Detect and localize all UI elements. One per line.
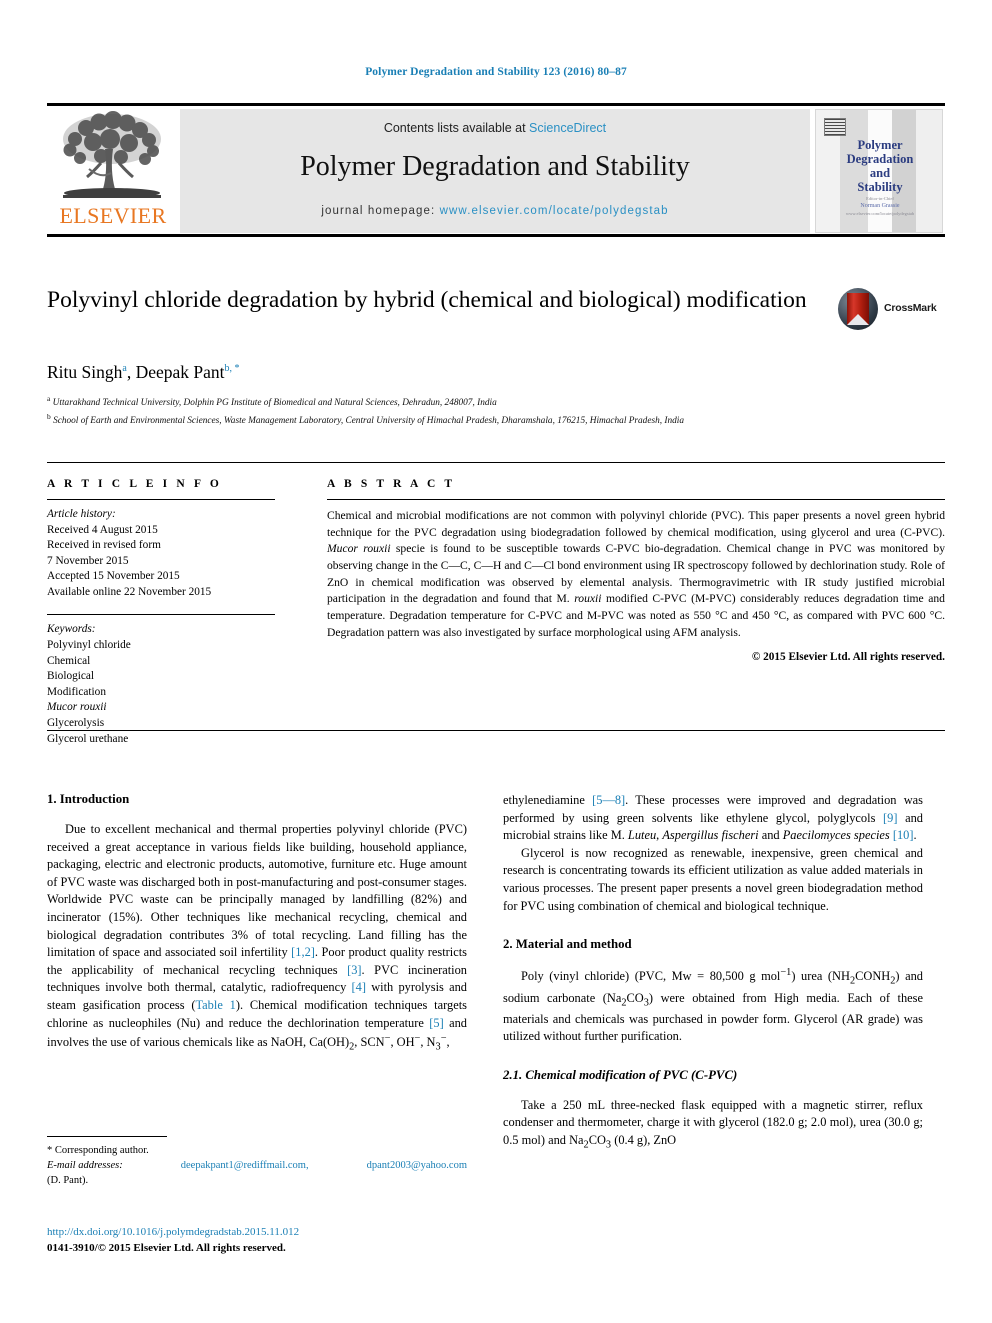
keywords-label: Keywords: xyxy=(47,623,96,636)
affiliation-1: b School of Earth and Environmental Scie… xyxy=(47,411,877,429)
journal-title: Polymer Degradation and Stability xyxy=(300,151,690,182)
article-history-item: 7 November 2015 xyxy=(47,554,129,567)
body-paragraph: Poly (vinyl chloride) (PVC, Mw = 80,500 … xyxy=(503,967,923,1044)
corresponding-author-footnote: * Corresponding author. E-mail addresses… xyxy=(47,1136,467,1189)
article-info-divider xyxy=(47,499,275,500)
contents-prefix: Contents lists available at xyxy=(383,121,530,135)
keywords-block: Keywords: Polyvinyl chloride Chemical Bi… xyxy=(47,622,299,747)
body-paragraph: Glycerol is now recognized as renewable,… xyxy=(503,845,923,913)
paper-title: Polyvinyl chloride degradation by hybrid… xyxy=(47,287,807,313)
footer-doi-block: http://dx.doi.org/10.1016/j.polymdegrads… xyxy=(47,1225,547,1257)
crossmark-logo-icon xyxy=(838,288,878,330)
homepage-url-link[interactable]: www.elsevier.com/locate/polydegstab xyxy=(440,205,669,217)
email-addresses-line: E-mail addresses: deepakpant1@rediffmail… xyxy=(47,1158,467,1173)
article-history-item: Available online 22 November 2015 xyxy=(47,585,212,598)
author-mark-0: a xyxy=(122,363,127,375)
author-mark-1: b, * xyxy=(224,363,240,375)
keyword-item: Glycerolysis xyxy=(47,716,105,729)
affiliation-list: a Uttarakhand Technical University, Dolp… xyxy=(47,393,877,429)
body-paragraph: ethylenediamine [5—8]. These processes w… xyxy=(503,793,923,843)
affiliation-mark-0: a xyxy=(47,394,51,403)
cover-footer-mid: Norman Grassie xyxy=(860,203,900,210)
journal-masthead: ELSEVIER Contents lists available at Sci… xyxy=(47,103,945,237)
contents-available-line: Contents lists available at ScienceDirec… xyxy=(180,121,810,135)
body-column-left: 1. Introduction Due to excellent mechani… xyxy=(47,792,467,1056)
author-list: Ritu Singha, Deepak Pantb, * xyxy=(47,362,240,382)
article-history-block: Article history: Received 4 August 2015 … xyxy=(47,507,299,600)
abstract-divider xyxy=(327,499,945,500)
crossmark-label: CrossMark xyxy=(884,302,937,314)
body-paragraph: Due to excellent mechanical and thermal … xyxy=(47,822,467,1053)
author-name-0[interactable]: Ritu Singh xyxy=(47,362,122,382)
body-paragraph: Take a 250 mL three-necked flask equippe… xyxy=(503,1097,923,1151)
corresponding-text: Corresponding author. xyxy=(54,1145,149,1156)
email-label: E-mail addresses: xyxy=(47,1160,123,1172)
running-head: Polymer Degradation and Stability 123 (2… xyxy=(365,66,627,78)
keyword-item: Polyvinyl chloride xyxy=(47,639,131,652)
elsevier-wordmark: ELSEVIER xyxy=(59,203,167,228)
paper-page: Polymer Degradation and Stability 123 (2… xyxy=(0,0,992,1323)
abstract-text: Chemical and microbial modifications are… xyxy=(327,509,945,639)
corresponding-marker: * xyxy=(47,1145,53,1156)
keyword-item: Chemical xyxy=(47,654,91,667)
keyword-item: Glycerol urethane xyxy=(47,732,129,745)
affiliation-text-1: School of Earth and Environmental Scienc… xyxy=(53,415,684,426)
panel-rule-top xyxy=(47,462,945,463)
sciencedirect-link[interactable]: ScienceDirect xyxy=(529,121,606,135)
cover-footer-top: Editor-in-Chief xyxy=(866,195,894,201)
keyword-item: Modification xyxy=(47,685,106,698)
cover-footer-bottom: www.elsevier.com/locate/polydegstab xyxy=(845,211,915,217)
affiliation-mark-1: b xyxy=(47,411,51,421)
article-history-item: Received in revised form xyxy=(47,539,161,552)
article-history-item: Received 4 August 2015 xyxy=(47,523,158,536)
keyword-item: Mucor rouxii xyxy=(47,701,107,714)
article-info-heading: A R T I C L E I N F O xyxy=(47,478,222,490)
article-history-item: Accepted 15 November 2015 xyxy=(47,570,180,583)
article-history-label: Article history: xyxy=(47,508,116,520)
keywords-divider xyxy=(47,614,275,616)
title-block: Polyvinyl chloride degradation by hybrid… xyxy=(47,285,837,315)
email-attribution: (D. Pant). xyxy=(47,1175,89,1187)
journal-cover-thumbnail[interactable]: Polymer Degradation and Stability Editor-in… xyxy=(815,109,943,233)
journal-band: Contents lists available at ScienceDirec… xyxy=(180,109,810,233)
cover-title: Polymer Degradation and Stability xyxy=(846,138,914,194)
email-link-secondary[interactable]: dpant2003@yahoo.com xyxy=(367,1158,467,1173)
issn-copyright-line: 0141-3910/© 2015 Elsevier Ltd. All right… xyxy=(47,1241,286,1254)
masthead-rule-top xyxy=(47,103,945,106)
elsevier-logo: ELSEVIER xyxy=(49,109,177,233)
crossmark-badge[interactable]: CrossMark xyxy=(838,288,938,332)
elsevier-tree-icon xyxy=(63,111,161,198)
abstract-heading: A B S T R A C T xyxy=(327,478,456,490)
doi-link[interactable]: http://dx.doi.org/10.1016/j.polymdegrads… xyxy=(47,1225,547,1241)
keyword-item: Biological xyxy=(47,670,95,683)
subsection-heading-chemical-modification: 2.1. Chemical modification of PVC (C-PVC… xyxy=(503,1067,738,1082)
section-heading-introduction: 1. Introduction xyxy=(47,792,130,806)
affiliation-text-0: Uttarakhand Technical University, Dolphi… xyxy=(52,398,497,409)
masthead-rule-bottom xyxy=(47,234,945,237)
abstract-column: A B S T R A C T Chemical and microbial m… xyxy=(327,478,945,663)
affiliation-0: a Uttarakhand Technical University, Dolp… xyxy=(47,393,877,411)
cover-elsevier-mark-icon xyxy=(824,118,846,136)
cover-footer: Editor-in-Chief Norman Grassie www.elsev… xyxy=(816,195,942,219)
article-info-column: A R T I C L E I N F O Article history: R… xyxy=(47,478,299,747)
email-link-primary[interactable]: deepakpant1@rediffmail.com, xyxy=(181,1158,309,1173)
corresponding-author-line: * Corresponding author. xyxy=(47,1143,467,1158)
abstract-copyright: © 2015 Elsevier Ltd. All rights reserved… xyxy=(751,650,945,663)
section-heading-material-and-method: 2. Material and method xyxy=(503,937,632,952)
crossmark-notch xyxy=(847,314,869,325)
body-column-right: ethylenediamine [5—8]. These processes w… xyxy=(503,792,923,1153)
journal-homepage-line: journal homepage: www.elsevier.com/locat… xyxy=(180,205,810,217)
footnote-rule xyxy=(47,1136,167,1137)
author-name-1[interactable]: Deepak Pant xyxy=(136,362,225,382)
homepage-prefix: journal homepage: xyxy=(321,205,440,217)
